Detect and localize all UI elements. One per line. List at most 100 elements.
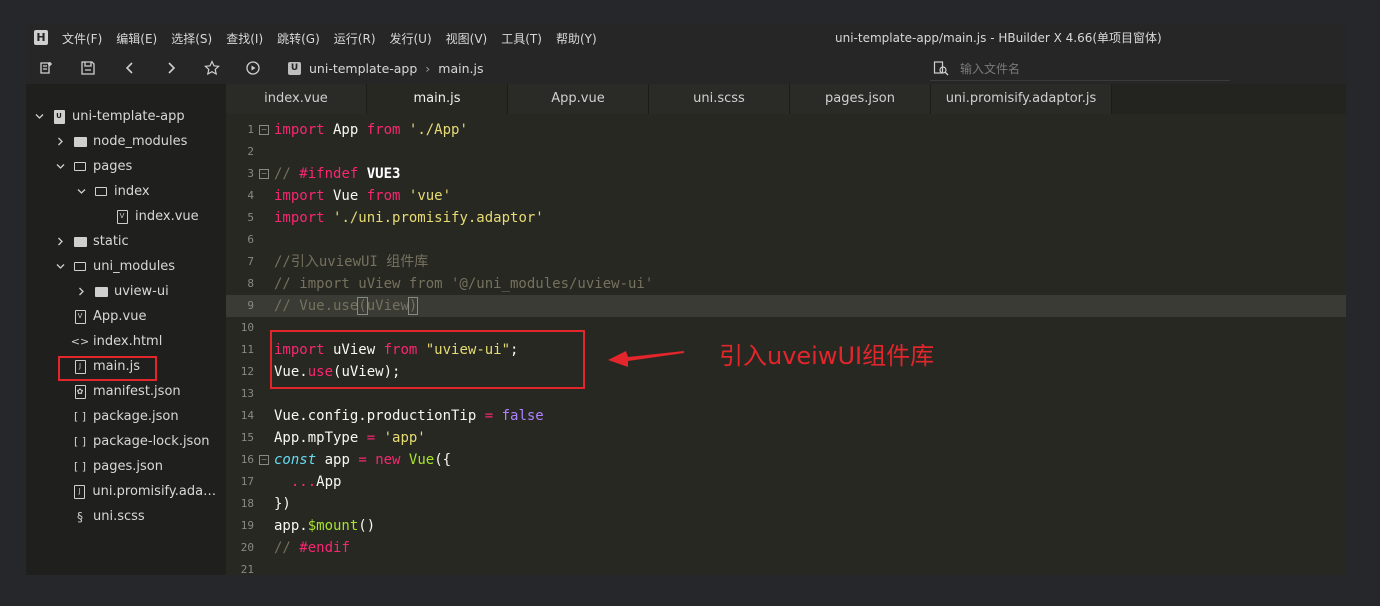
chevron-down-icon[interactable] <box>53 160 67 174</box>
fold-toggle-icon[interactable]: − <box>259 169 269 179</box>
tree-label: App.vue <box>93 309 147 324</box>
folder-icon <box>94 285 108 299</box>
tree-label: index.html <box>93 334 163 349</box>
code-line-6: 6 <box>247 233 254 246</box>
tree-file-app-vue[interactable]: V App.vue <box>73 304 146 329</box>
tree-label: uni.promisify.adapt... <box>92 484 223 499</box>
vue-file-icon: V <box>115 209 129 224</box>
tab-uni-scss[interactable]: uni.scss <box>649 84 790 114</box>
tree-label: uni.scss <box>93 509 145 524</box>
tree-label: manifest.json <box>93 384 181 399</box>
back-icon[interactable] <box>119 57 141 79</box>
tree-file-pages-json[interactable]: [ ] pages.json <box>73 454 163 479</box>
code-highlight-box <box>270 330 585 389</box>
chevron-right-icon[interactable] <box>53 235 67 249</box>
chevron-down-icon[interactable] <box>32 110 46 124</box>
menu-tools[interactable]: 工具(T) <box>501 30 542 47</box>
menu-select[interactable]: 选择(S) <box>171 30 212 47</box>
new-file-icon[interactable] <box>36 57 58 79</box>
chevron-right-icon[interactable] <box>53 135 67 149</box>
menu-edit[interactable]: 编辑(E) <box>116 30 157 47</box>
menu-bar: H 文件(F) 编辑(E) 选择(S) 查找(I) 跳转(G) 运行(R) 发行… <box>26 24 1346 52</box>
project-badge-icon: U <box>288 61 301 75</box>
chevron-right-icon[interactable] <box>74 285 88 299</box>
tab-app-vue[interactable]: App.vue <box>508 84 649 114</box>
json-file-icon: [ ] <box>73 410 87 423</box>
tree-label: uni_modules <box>93 259 176 274</box>
code-line-7: 7 //引入uviewUI 组件库 <box>247 254 429 270</box>
json-file-icon: [ ] <box>73 460 87 473</box>
folder-icon <box>73 135 87 149</box>
tree-label: pages <box>93 159 133 174</box>
project-explorer: U uni-template-app node_modules pages in… <box>26 84 226 575</box>
menu-view[interactable]: 视图(V) <box>446 30 488 47</box>
file-search-input[interactable] <box>958 58 1222 80</box>
code-line-5: 5 import './uni.promisify.adaptor' <box>247 210 544 226</box>
tree-folder-uview-ui[interactable]: uview-ui <box>74 279 169 304</box>
code-line-20: 20 // #endif <box>240 540 350 556</box>
fold-toggle-icon[interactable]: − <box>259 455 269 465</box>
tree-folder-node-modules[interactable]: node_modules <box>53 129 187 154</box>
code-line-8: 8 // import uView from '@/uni_modules/uv… <box>247 276 654 292</box>
tree-label: package-lock.json <box>93 434 210 449</box>
tree-label: uni-template-app <box>72 109 185 124</box>
tree-folder-pages[interactable]: pages <box>53 154 132 179</box>
forward-icon[interactable] <box>160 57 182 79</box>
breadcrumb-project[interactable]: uni-template-app <box>309 61 417 76</box>
tree-folder-uni-modules[interactable]: uni_modules <box>53 254 175 279</box>
fold-toggle-icon[interactable]: − <box>259 125 269 135</box>
code-line-14: 14 Vue.config.productionTip = false <box>240 408 544 424</box>
breadcrumb: U uni-template-app › main.js <box>288 52 484 84</box>
breadcrumb-separator: › <box>425 60 431 76</box>
tree-label: package.json <box>93 409 179 424</box>
tab-uni-promisify-adaptor[interactable]: uni.promisify.adaptor.js <box>931 84 1112 114</box>
tab-pages-json[interactable]: pages.json <box>790 84 931 114</box>
chevron-down-icon[interactable] <box>53 260 67 274</box>
file-search-icon <box>933 61 949 76</box>
run-icon[interactable] <box>242 57 264 79</box>
tab-bar: index.vue main.js App.vue uni.scss pages… <box>226 84 1346 114</box>
tree-label: index.vue <box>135 209 199 224</box>
hbuilder-logo-icon: H <box>34 30 48 45</box>
manifest-file-icon: ✿ <box>73 384 87 399</box>
tree-file-index-vue[interactable]: V index.vue <box>115 204 199 229</box>
code-line-16: 16 − const app = new Vue({ <box>240 452 452 468</box>
code-line-17: 17 ...App <box>240 474 342 490</box>
code-editor[interactable]: 1 − import App from './App' 2 3 − // #if… <box>226 114 1346 575</box>
js-file-icon: J <box>73 484 86 499</box>
folder-open-icon <box>73 160 87 174</box>
menu-file[interactable]: 文件(F) <box>62 30 102 47</box>
menu-goto[interactable]: 跳转(G) <box>277 30 320 47</box>
tree-file-uni-scss[interactable]: § uni.scss <box>73 504 145 529</box>
tree-folder-static[interactable]: static <box>53 229 129 254</box>
code-line-21: 21 <box>240 563 254 575</box>
tree-file-package-lock-json[interactable]: [ ] package-lock.json <box>73 429 210 454</box>
menu-publish[interactable]: 发行(U) <box>390 30 432 47</box>
js-file-icon: J <box>73 359 87 374</box>
breadcrumb-file[interactable]: main.js <box>438 61 483 76</box>
chevron-down-icon[interactable] <box>74 185 88 199</box>
tree-folder-index[interactable]: index <box>74 179 150 204</box>
folder-icon <box>73 235 87 249</box>
tree-label: index <box>114 184 150 199</box>
menu-help[interactable]: 帮助(Y) <box>556 30 597 47</box>
star-icon[interactable] <box>201 57 223 79</box>
tree-root[interactable]: U uni-template-app <box>32 104 185 129</box>
code-line-19: 19 app.$mount() <box>240 518 376 534</box>
tree-file-promisify-adaptor[interactable]: J uni.promisify.adapt... <box>73 479 223 504</box>
code-line-4: 4 import Vue from 'vue' <box>247 188 452 204</box>
tree-file-index-html[interactable]: <> index.html <box>71 329 163 354</box>
vue-file-icon: V <box>73 309 87 324</box>
tree-file-manifest-json[interactable]: ✿ manifest.json <box>73 379 181 404</box>
code-line-3: 3 − // #ifndef VUE3 <box>247 166 401 182</box>
tab-index-vue[interactable]: index.vue <box>226 84 367 114</box>
save-icon[interactable] <box>77 57 99 79</box>
tree-file-package-json[interactable]: [ ] package.json <box>73 404 179 429</box>
folder-open-icon <box>73 260 87 274</box>
tree-file-main-js[interactable]: J main.js <box>73 354 140 379</box>
tab-main-js[interactable]: main.js <box>367 84 508 114</box>
tree-label: pages.json <box>93 459 163 474</box>
menu-find[interactable]: 查找(I) <box>226 30 263 47</box>
menu-run[interactable]: 运行(R) <box>334 30 376 47</box>
tree-label: uview-ui <box>114 284 169 299</box>
